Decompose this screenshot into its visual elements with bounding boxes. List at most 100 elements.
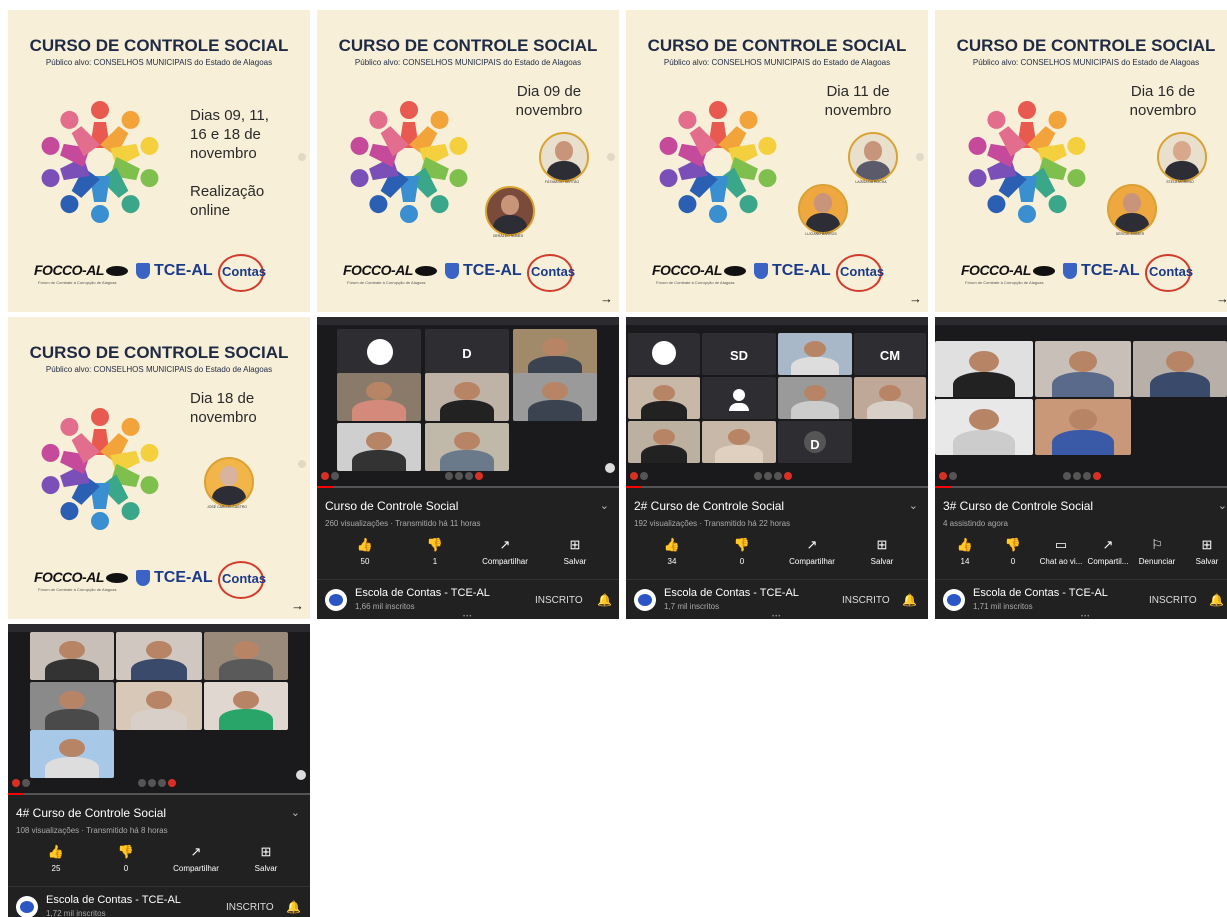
share-icon: ↗ [499, 537, 511, 552]
share-button[interactable]: ↗ Compartilhar [166, 844, 226, 873]
save-icon: ⊞ [1201, 537, 1213, 552]
channel-row[interactable]: Escola de Contas - TCE-AL 1,7 mil inscri… [626, 585, 928, 619]
youtube-video-card: 3# Curso de Controle Social ⌄ 4 assistin… [935, 317, 1227, 619]
share-button[interactable]: ↗ Compartil... [1083, 537, 1133, 566]
channel-avatar [943, 589, 965, 611]
chat-button[interactable]: ▭ Chat ao vi... [1036, 537, 1086, 566]
save-button[interactable]: ⊞ Salvar [852, 537, 912, 566]
share-button[interactable]: ↗ Compartilhar [782, 537, 842, 566]
like-button[interactable]: 👍 34 [642, 537, 702, 566]
carousel-next-dot[interactable] [298, 460, 306, 468]
video-player[interactable] [935, 317, 1227, 488]
like-icon: 👍 [356, 537, 374, 552]
hangup-icon [168, 779, 176, 787]
share-button[interactable]: ↗ Compartilhar [475, 537, 535, 566]
next-arrow-icon[interactable]: → [909, 291, 922, 306]
dislike-button[interactable]: 👎 1 [405, 537, 465, 566]
subscribed-button[interactable]: INSCRITO [226, 902, 274, 913]
participant-tile [778, 333, 852, 375]
video-title[interactable]: Curso de Controle Social [325, 499, 458, 513]
next-arrow-icon[interactable]: → [600, 291, 613, 306]
contas-logo: Contas [222, 264, 267, 279]
bell-icon[interactable]: 🔔 [597, 593, 612, 607]
bell-icon[interactable]: 🔔 [1209, 593, 1224, 607]
bell-icon[interactable]: 🔔 [902, 593, 917, 607]
poster-date: Dia 09 de novembro [515, 83, 583, 119]
dislike-button[interactable]: 👎 0 [993, 537, 1033, 566]
participant-tile [513, 329, 597, 377]
channel-row[interactable]: Escola de Contas - TCE-AL 1,71 mil inscr… [935, 585, 1227, 619]
video-player[interactable]: SD CM D [626, 317, 928, 488]
report-button[interactable]: ⚐ Denunciar [1134, 537, 1180, 566]
poster-subtitle: Público alvo: CONSELHOS MUNICIPAIS do Es… [45, 58, 273, 67]
video-player[interactable] [8, 624, 310, 795]
participant-tile [337, 329, 421, 377]
participant-tile: CM [854, 333, 926, 375]
video-title[interactable]: 3# Curso de Controle Social [943, 499, 1093, 513]
channel-row[interactable]: Escola de Contas - TCE-AL 1,72 mil inscr… [8, 892, 310, 917]
carousel-next-dot[interactable] [298, 153, 306, 161]
channel-avatar [325, 589, 347, 611]
video-title[interactable]: 4# Curso de Controle Social [16, 806, 166, 820]
dislike-button[interactable]: 👎 0 [712, 537, 772, 566]
subscribed-button[interactable]: INSCRITO [535, 595, 583, 606]
video-title[interactable]: 2# Curso de Controle Social [634, 499, 784, 513]
next-arrow-icon[interactable]: → [291, 598, 304, 613]
poster-subtitle: Público alvo: CONSELHOS MUNICIPAIS do Es… [354, 58, 582, 67]
youtube-video-card: SD CM D 2# Curso de Controle Social ⌄ 19… [626, 317, 928, 619]
save-button[interactable]: ⊞ Salvar [236, 844, 296, 873]
participant-tile [30, 730, 114, 778]
next-video-button[interactable] [605, 463, 615, 473]
participant-tile [1035, 399, 1131, 455]
participant-tile [1035, 341, 1131, 397]
poster-title: CURSO DE CONTROLE SOCIAL [338, 36, 598, 55]
like-button[interactable]: 👍 50 [335, 537, 395, 566]
video-player[interactable]: D [317, 317, 619, 488]
chevron-down-icon[interactable]: ⌄ [291, 806, 300, 819]
participant-tile [425, 423, 509, 471]
mic-icon [1063, 472, 1071, 480]
chevron-down-icon[interactable]: ⌄ [600, 499, 609, 512]
next-video-button[interactable] [296, 770, 306, 780]
speaker-photo [848, 132, 898, 182]
participant-tile [1133, 341, 1227, 397]
people-circle-logo [968, 101, 1086, 223]
carousel-next-dot[interactable] [916, 153, 924, 161]
speaker-photo [798, 184, 848, 234]
focco-logo: FOCCO-AL [34, 262, 128, 278]
channel-name[interactable]: Escola de Contas - TCE-AL [355, 587, 490, 599]
dislike-button[interactable]: 👎 0 [96, 844, 156, 873]
chevron-down-icon[interactable]: ⌄ [1218, 499, 1227, 512]
people-circle-logo [350, 101, 468, 223]
hangup-icon [784, 472, 792, 480]
carousel-next-dot[interactable] [607, 153, 615, 161]
speaker-photo [1157, 132, 1207, 182]
mic-icon [754, 472, 762, 480]
like-button[interactable]: 👍 14 [945, 537, 985, 566]
subscribed-button[interactable]: INSCRITO [842, 595, 890, 606]
chevron-down-icon[interactable]: ⌄ [909, 499, 918, 512]
participant-tile [935, 341, 1033, 397]
participant-tile: SD [702, 333, 776, 375]
participant-tile [702, 377, 776, 419]
share-icon: ↗ [190, 844, 202, 859]
camera-icon [455, 472, 463, 480]
hangup-icon [1093, 472, 1101, 480]
record-icon [939, 472, 947, 480]
subscribed-button[interactable]: INSCRITO [1149, 595, 1197, 606]
like-button[interactable]: 👍 25 [26, 844, 86, 873]
poster-realizacao: Realização online [190, 183, 265, 219]
participant-tile [778, 377, 852, 419]
camera-icon [148, 779, 156, 787]
channel-row[interactable]: Escola de Contas - TCE-AL 1,66 mil inscr… [317, 585, 619, 619]
participant-tile [628, 377, 700, 419]
save-button[interactable]: ⊞ Salvar [545, 537, 605, 566]
bell-icon[interactable]: 🔔 [286, 900, 301, 914]
participant-tile [425, 373, 509, 421]
channel-avatar [634, 589, 656, 611]
poster-card: CURSO DE CONTROLE SOCIAL Público alvo: C… [8, 317, 310, 619]
save-button[interactable]: ⊞ Salvar [1189, 537, 1225, 566]
hangup-icon [475, 472, 483, 480]
poster-dates: Dias 09, 11, 16 e 18 de novembro [190, 107, 269, 162]
next-arrow-icon[interactable]: → [1216, 291, 1227, 306]
